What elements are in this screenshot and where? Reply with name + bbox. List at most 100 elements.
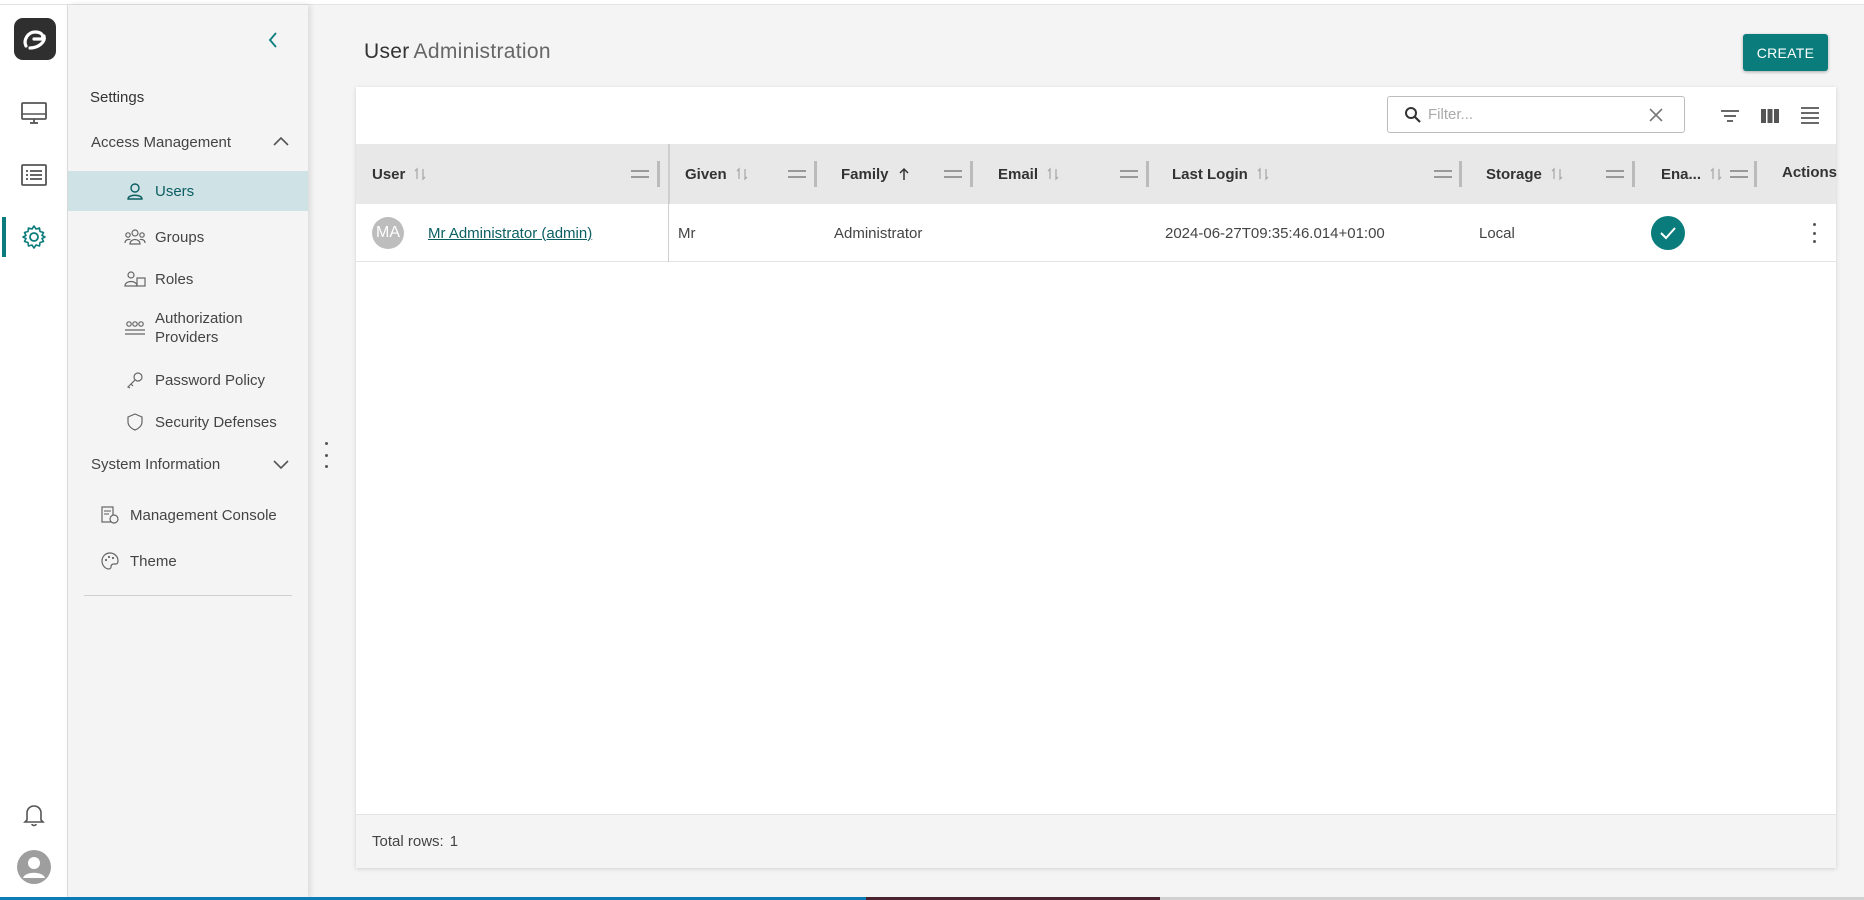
column-header-label: Email [998, 165, 1039, 183]
rail-dashboard-button[interactable] [0, 85, 68, 141]
sidebar-item-users[interactable]: Users [68, 171, 308, 211]
column-header-user[interactable]: User [372, 144, 427, 204]
column-header-enabled[interactable]: Ena... [1661, 144, 1723, 204]
sidebar-item-groups[interactable]: Groups [68, 217, 308, 257]
table-footer: Total rows: 1 [356, 814, 1836, 868]
sidebar-item-security-defenses[interactable]: Security Defenses [68, 402, 308, 442]
palette-icon [98, 549, 122, 573]
filter-box [1387, 96, 1685, 133]
rail-notifications-button[interactable] [0, 787, 68, 843]
settings-sidebar: Settings Access Management Users Groups … [68, 5, 308, 898]
column-menu-icon[interactable] [631, 166, 649, 182]
key-icon [123, 368, 147, 392]
enabled-cell [1651, 204, 1685, 262]
console-icon [98, 503, 122, 527]
rail-settings-button[interactable] [0, 209, 68, 265]
user-icon [123, 179, 147, 203]
chevron-left-icon [268, 32, 277, 48]
column-menu-icon[interactable] [1606, 166, 1624, 182]
sidebar-item-label: Roles [155, 270, 194, 288]
total-rows-label: Total rows: [372, 833, 444, 850]
column-menu-icon[interactable] [944, 166, 962, 182]
system-information-label: System Information [91, 455, 221, 473]
groups-icon [123, 225, 147, 249]
sort-ascending-icon [899, 167, 909, 180]
sort-icon [1710, 167, 1722, 181]
column-header-actions: Actions [1782, 142, 1837, 202]
column-menu-icon[interactable] [1120, 166, 1138, 182]
sidebar-item-label: Authorization Providers [155, 310, 243, 346]
user-avatar-icon [17, 850, 51, 884]
column-header-email[interactable]: Email [998, 144, 1060, 204]
column-menu-icon[interactable] [788, 166, 806, 182]
total-rows-count: 1 [449, 833, 459, 850]
density-button[interactable] [1797, 103, 1823, 129]
family-cell: Administrator [834, 224, 923, 242]
filter-input[interactable] [1428, 106, 1638, 123]
sidebar-item-authorization-providers[interactable]: Authorization Providers [68, 305, 308, 351]
column-resize-handle[interactable] [814, 161, 817, 187]
avatar: MA [372, 217, 404, 249]
sidebar-item-label: Security Defenses [155, 413, 277, 431]
create-button[interactable]: CREATE [1743, 34, 1828, 71]
page-title-sub: Administration [413, 40, 551, 63]
column-resize-handle[interactable] [1632, 161, 1635, 187]
chevron-up-icon [273, 136, 289, 146]
sidebar-item-label: Users [155, 182, 195, 200]
column-header-label: Storage [1486, 165, 1542, 183]
column-header-given[interactable]: Given [685, 144, 749, 204]
sort-icon [1551, 167, 1563, 181]
rail-profile-button[interactable] [0, 839, 68, 895]
column-menu-icon[interactable] [1730, 166, 1748, 182]
filter-lines-icon [1721, 110, 1739, 122]
check-icon [1660, 227, 1676, 240]
sidebar-item-management-console[interactable]: Management Console [68, 495, 308, 535]
column-header-last-login[interactable]: Last Login [1172, 144, 1270, 204]
access-management-label: Access Management [91, 133, 232, 151]
sidebar-item-roles[interactable]: Roles [68, 259, 308, 299]
sidebar-item-password-policy[interactable]: Password Policy [68, 360, 308, 400]
table-header: User Given Family Email Last Login Stora… [356, 142, 1837, 204]
sort-icon [736, 167, 748, 181]
sidebar-divider [84, 595, 292, 596]
icon-rail [0, 5, 68, 898]
table-row[interactable]: MA Mr Administrator (admin) Mr Administr… [356, 204, 1836, 262]
row-actions-menu-icon[interactable] [1804, 221, 1824, 245]
given-cell: Mr [678, 224, 696, 242]
column-header-label: Actions [1782, 163, 1838, 181]
sidebar-item-label: Theme [130, 552, 177, 570]
sort-icon [414, 167, 426, 181]
column-resize-handle[interactable] [1459, 161, 1462, 187]
rail-list-button[interactable] [0, 147, 68, 203]
app-logo[interactable] [14, 18, 56, 60]
access-management-toggle[interactable]: Access Management [68, 124, 308, 160]
sidebar-item-theme[interactable]: Theme [68, 541, 308, 581]
collapse-sidebar-button[interactable] [260, 27, 286, 53]
monitor-icon [21, 102, 47, 124]
search-icon [1405, 106, 1421, 123]
list-icon [21, 164, 47, 186]
users-table-card: User Given Family Email Last Login [356, 87, 1837, 868]
shield-icon [123, 410, 147, 434]
sidebar-section-title: Settings [90, 89, 145, 106]
storage-cell: Local [1479, 224, 1515, 242]
filter-toggle-button[interactable] [1717, 103, 1743, 129]
table-toolbar [356, 87, 1836, 144]
last-login-cell: 2024-06-27T09:35:46.014+01:00 [1165, 224, 1385, 242]
sort-icon [1047, 167, 1059, 181]
columns-button[interactable] [1757, 103, 1783, 129]
column-menu-icon[interactable] [1434, 166, 1452, 182]
column-header-family[interactable]: Family [841, 144, 911, 204]
column-resize-handle[interactable] [1754, 161, 1757, 187]
column-header-label: Given [685, 165, 727, 183]
column-resize-handle[interactable] [1146, 161, 1149, 187]
clear-icon[interactable] [1648, 107, 1664, 123]
system-information-toggle[interactable]: System Information [68, 446, 308, 482]
column-resize-handle[interactable] [657, 161, 660, 187]
user-name-link[interactable]: Mr Administrator (admin) [428, 225, 592, 242]
column-resize-handle[interactable] [970, 161, 973, 187]
column-header-storage[interactable]: Storage [1486, 144, 1564, 204]
roles-icon [123, 267, 147, 291]
sidebar-resize-handle[interactable] [318, 442, 334, 468]
gear-icon [22, 225, 46, 249]
